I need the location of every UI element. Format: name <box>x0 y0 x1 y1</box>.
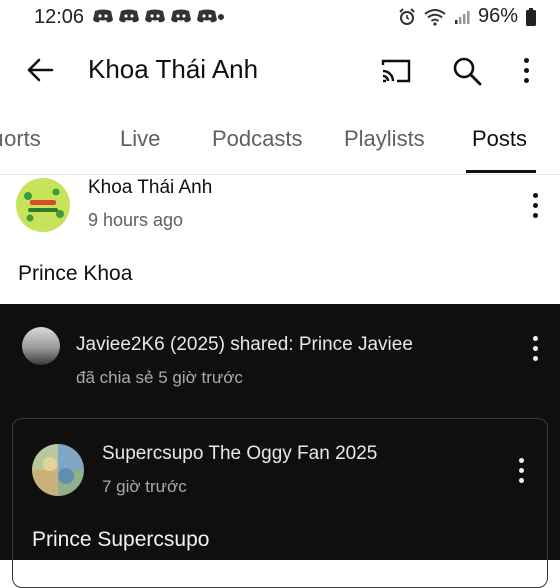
post-more-icon[interactable] <box>532 193 538 218</box>
shared-time: đã chia sẻ 5 giờ trước <box>76 368 243 387</box>
tab-playlists[interactable]: Playlists <box>344 126 425 152</box>
alarm-icon <box>399 7 415 25</box>
status-time: 12:06 <box>34 6 85 28</box>
discord-icon <box>119 9 139 23</box>
channel-avatar[interactable] <box>16 178 70 232</box>
shared-author-line[interactable]: Javiee2K6 (2025) shared: Prince Javiee <box>76 334 413 356</box>
discord-icon <box>93 9 113 23</box>
post-text: Prince Khoa <box>18 262 133 285</box>
post-time: 9 hours ago <box>88 210 184 230</box>
status-bar: 12:06 96% <box>0 0 560 34</box>
shared-more-icon[interactable] <box>532 336 538 361</box>
battery-percent: 96% <box>477 5 518 27</box>
post-author[interactable]: Khoa Thái Anh <box>88 177 212 199</box>
battery-icon <box>526 7 536 26</box>
channel-tabs: ıorts Live Podcasts Playlists Posts <box>0 118 560 175</box>
inner-more-icon[interactable] <box>518 458 524 483</box>
discord-icon <box>145 9 165 23</box>
notification-icons <box>92 8 218 24</box>
status-right: 96% <box>398 5 536 28</box>
active-tab-indicator <box>466 170 536 173</box>
tab-podcasts[interactable]: Podcasts <box>212 126 303 152</box>
tab-shorts[interactable]: ıorts <box>0 126 41 152</box>
inner-post-text: Prince Supercsupo <box>32 528 210 551</box>
inner-author[interactable]: Supercsupo The Oggy Fan 2025 <box>102 443 377 465</box>
signal-icon <box>454 10 470 24</box>
inner-author-avatar[interactable] <box>32 444 84 496</box>
channel-title: Khoa Thái Anh <box>88 54 259 84</box>
tab-live[interactable]: Live <box>120 126 160 152</box>
more-notifications-dot <box>218 14 224 20</box>
cast-icon[interactable] <box>380 58 412 84</box>
discord-icon <box>171 9 191 23</box>
wifi-icon <box>424 8 446 26</box>
tab-posts[interactable]: Posts <box>472 126 527 152</box>
back-arrow-icon[interactable] <box>26 58 54 82</box>
app-bar: Khoa Thái Anh <box>0 40 560 100</box>
discord-icon <box>197 9 217 23</box>
shared-author-avatar[interactable] <box>22 327 60 365</box>
inner-time: 7 giờ trước <box>102 477 187 496</box>
more-vert-icon[interactable] <box>523 58 529 83</box>
search-icon[interactable] <box>452 56 482 86</box>
